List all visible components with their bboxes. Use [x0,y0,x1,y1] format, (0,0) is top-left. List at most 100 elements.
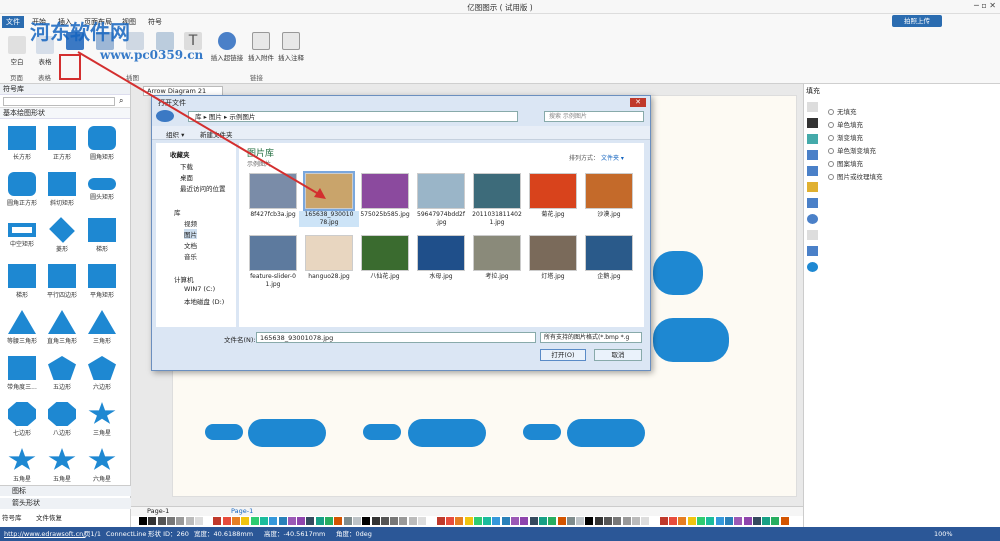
layer-icon[interactable] [807,166,818,176]
file-thumbnail[interactable] [361,235,409,271]
color-swatch[interactable] [529,517,538,525]
window-controls[interactable]: ─ ▫ ✕ [974,1,996,10]
color-swatch[interactable] [241,517,250,525]
fill-option-gradient[interactable]: 渐变填充 [828,132,863,142]
color-swatch[interactable] [669,517,678,525]
color-swatch[interactable] [762,517,771,525]
color-swatch[interactable] [204,517,213,525]
shape-item[interactable]: 梯形 [82,214,122,254]
page-icon-2[interactable] [807,198,818,208]
color-swatch[interactable] [408,517,417,525]
color-swatch[interactable] [492,517,501,525]
color-swatch[interactable] [436,517,445,525]
color-swatch[interactable] [232,517,240,525]
arrows-section[interactable]: 箭头形状 [0,498,131,509]
page-tab[interactable]: Page-1 [231,507,253,515]
tree-drive-d[interactable]: 本地磁盘 (D:) [184,296,224,306]
color-swatch[interactable] [771,517,780,525]
tree-videos[interactable]: 视频 [184,218,197,228]
color-swatch[interactable] [445,517,454,525]
shape-item[interactable]: 五角星 [42,444,82,484]
fill-option-none[interactable]: 无填充 [828,106,857,116]
color-swatch[interactable] [650,517,659,525]
color-swatch[interactable] [390,517,399,525]
shape-rounded-1[interactable] [653,251,703,295]
color-swatch[interactable] [473,517,482,525]
shape-item[interactable]: 七边形 [2,398,42,438]
color-swatch[interactable] [269,517,278,525]
color-swatch[interactable] [678,517,687,525]
color-swatch[interactable] [752,517,761,525]
color-swatch[interactable] [278,517,287,525]
shape-item[interactable]: 八边形 [42,398,82,438]
fill-option-texture[interactable]: 图片或纹理填充 [828,171,883,181]
file-thumbnail[interactable] [417,173,465,209]
tree-recent[interactable]: 最近访问的位置 [180,183,226,193]
shape-small-2[interactable] [363,424,401,440]
color-swatch[interactable] [315,517,324,525]
shape-item[interactable]: 六边形 [82,352,122,392]
file-thumbnail[interactable] [473,235,521,271]
color-swatch[interactable] [148,517,157,525]
shape-large-1[interactable] [248,419,326,447]
color-swatch[interactable] [734,517,743,525]
search-icon[interactable]: ⌕ [119,96,123,106]
shape-item[interactable]: 三角形 [82,306,122,346]
blank-page-button[interactable]: 空白 [2,36,32,66]
shape-item[interactable]: 平行四边形 [42,260,82,300]
color-swatch[interactable] [352,517,361,525]
shape-small-1[interactable] [205,424,243,440]
color-swatch[interactable] [418,517,426,525]
shape-item[interactable]: 中空矩形 [2,214,42,254]
color-swatch[interactable] [325,517,333,525]
color-swatch[interactable] [594,517,603,525]
color-swatch[interactable] [743,517,752,525]
fill-icon[interactable] [807,102,818,112]
color-swatch[interactable] [259,517,268,525]
icons-section[interactable]: 图标 [0,485,131,496]
file-thumbnail[interactable] [361,173,409,209]
search-field[interactable]: 搜索 示例图片 [544,111,644,122]
cancel-button[interactable]: 取消 [594,349,642,361]
color-swatch[interactable] [715,517,724,525]
color-swatch[interactable] [724,517,733,525]
close-icon[interactable]: ✕ [630,98,646,107]
tab-symbol[interactable]: 符号 [144,16,166,28]
file-thumbnail[interactable] [305,235,353,271]
shape-item[interactable]: 三角星 [82,398,122,438]
shape-item[interactable]: 五边形 [42,352,82,392]
address-bar[interactable]: 库 ▸ 图片 ▸ 示例图片 [188,111,518,122]
shape-item[interactable]: 正方形 [42,122,82,162]
color-swatch[interactable] [157,517,166,525]
color-swatch[interactable] [622,517,631,525]
page-selector[interactable]: Page-1 [147,507,169,515]
shape-item[interactable]: 圆角矩形 [82,122,122,162]
color-swatch[interactable] [297,517,306,525]
color-swatch[interactable] [380,517,389,525]
tree-pictures[interactable]: 图片 [184,229,197,239]
shape-item[interactable]: 圆头矩形 [82,168,122,208]
tab-file-recovery[interactable]: 文件恢复 [36,512,62,522]
color-swatch[interactable] [194,517,203,525]
file-thumbnail[interactable] [585,235,633,271]
shape-item[interactable]: 等腰三角形 [2,306,42,346]
status-url[interactable]: http://www.edrawsoft.cn/ [4,527,85,541]
shape-item[interactable]: 斜切矩形 [42,168,82,208]
tree-drive-c[interactable]: WIN7 (C:) [184,285,215,293]
color-swatch[interactable] [520,517,529,525]
open-button[interactable]: 打开(O) [540,349,586,361]
color-swatch[interactable] [780,517,789,525]
tree-computer[interactable]: 计算机 [174,274,194,284]
shape-rounded-2[interactable] [653,318,729,362]
shape-item[interactable]: 带角度三... [2,352,42,392]
file-thumbnail[interactable] [585,173,633,209]
comment-icon[interactable] [807,246,818,256]
fill-option-mono-gradient[interactable]: 单色渐变填充 [828,145,876,155]
tree-downloads[interactable]: 下载 [180,161,193,171]
shadow-icon[interactable] [807,134,818,144]
line-icon[interactable] [807,118,818,128]
file-thumbnail[interactable] [473,173,521,209]
tree-docs[interactable]: 文档 [184,240,197,250]
shape-large-3[interactable] [567,419,645,447]
color-swatch[interactable] [706,517,715,525]
